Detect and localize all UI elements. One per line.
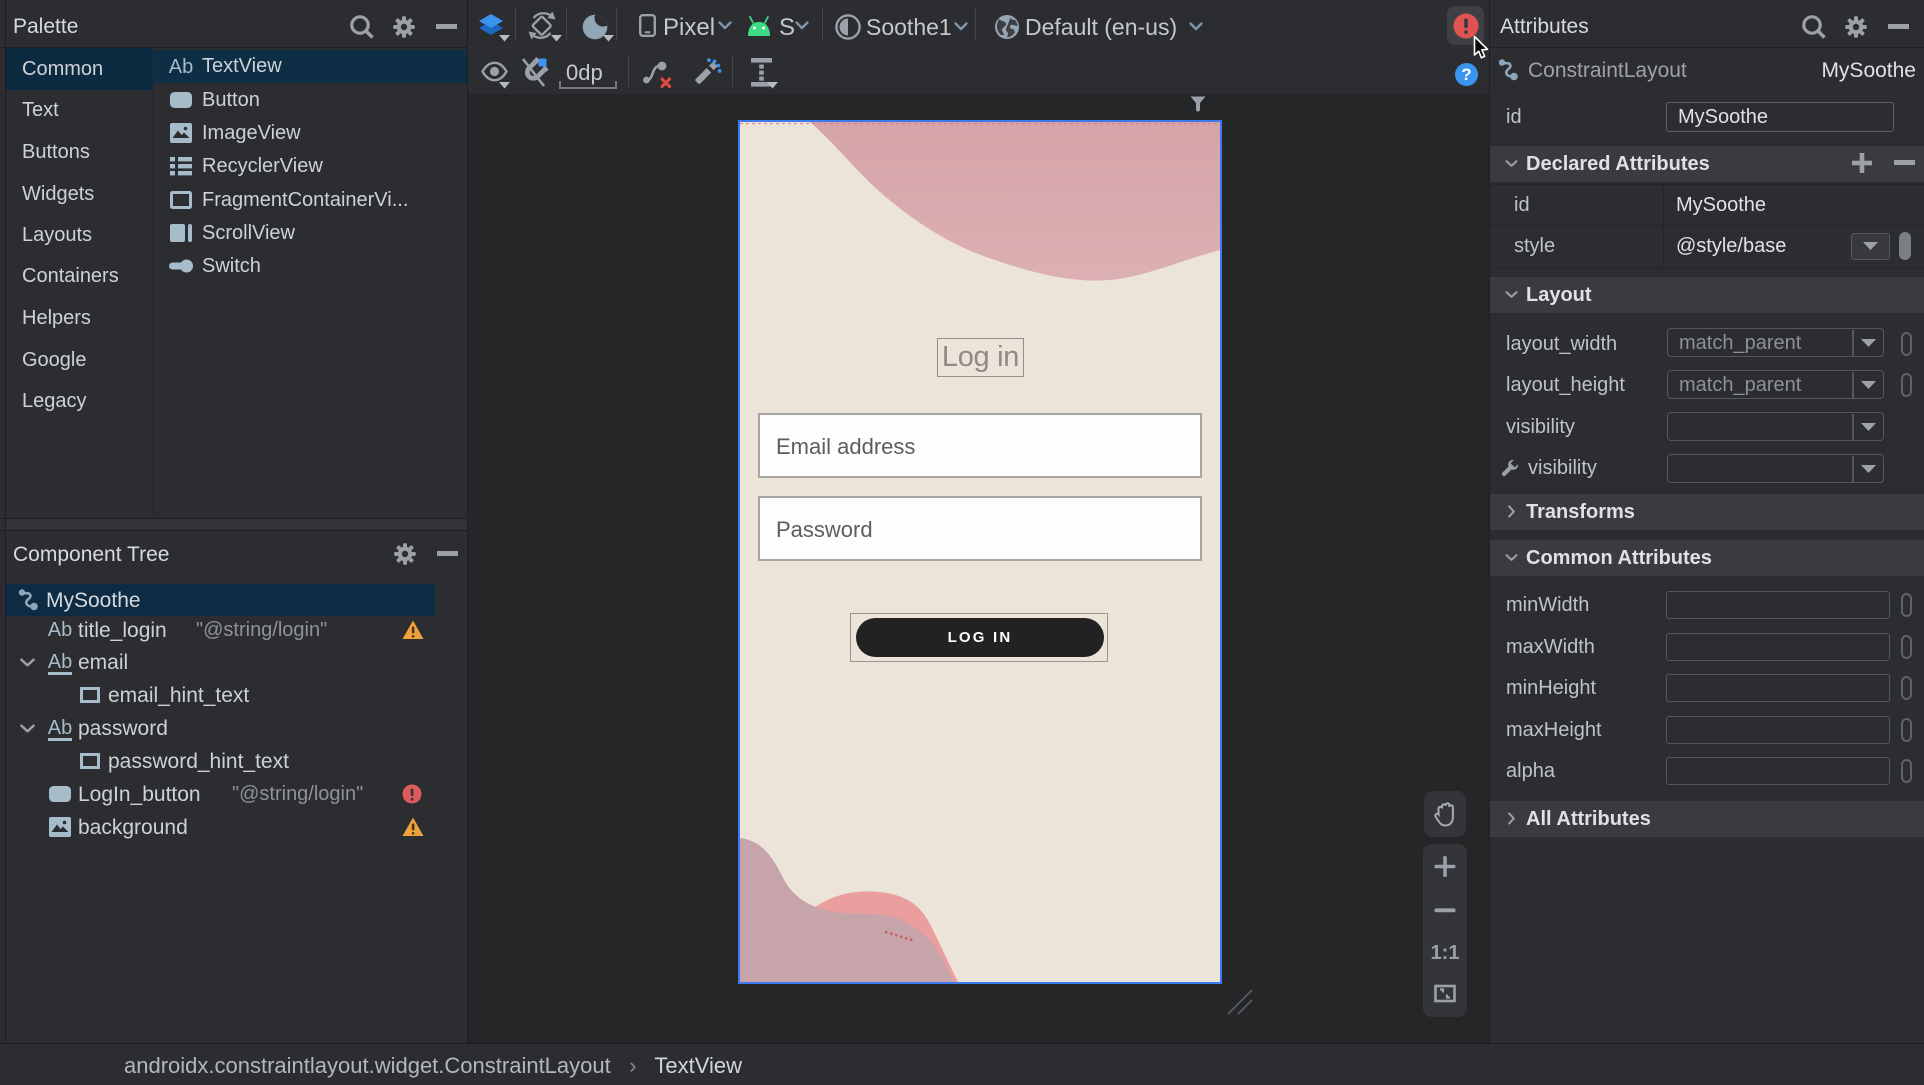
svg-text:1:1: 1:1 [1431, 942, 1460, 964]
